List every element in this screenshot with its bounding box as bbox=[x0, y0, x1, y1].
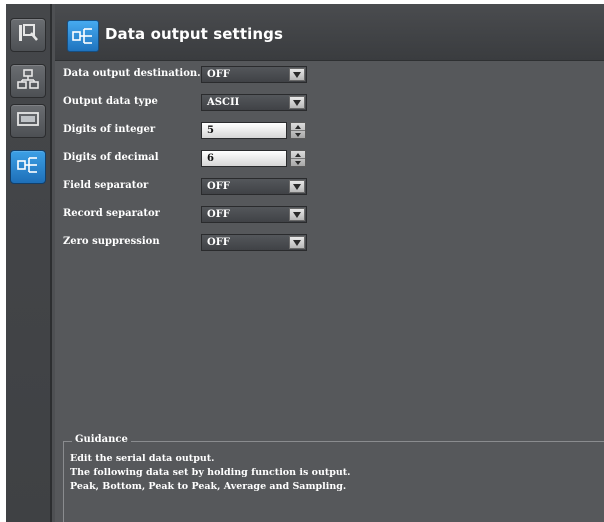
row-output-data-type: Output data type ASCII bbox=[63, 94, 323, 112]
label-data-output-destination: Data output destination. bbox=[63, 68, 201, 79]
stepper-digits-of-integer: 5 bbox=[201, 122, 307, 139]
input-value: 6 bbox=[207, 153, 214, 164]
label-digits-of-integer: Digits of integer bbox=[63, 124, 156, 135]
dropdown-arrow-icon[interactable] bbox=[289, 68, 305, 81]
left-icon-rail bbox=[6, 4, 52, 522]
header-data-output-icon bbox=[67, 20, 99, 52]
select-value: OFF bbox=[207, 237, 230, 248]
input-value: 5 bbox=[207, 125, 214, 136]
dropdown-arrow-icon[interactable] bbox=[289, 236, 305, 249]
increment-icon[interactable] bbox=[291, 123, 305, 131]
decrement-icon[interactable] bbox=[291, 131, 305, 138]
select-data-output-destination[interactable]: OFF bbox=[201, 66, 307, 83]
select-output-data-type[interactable]: ASCII bbox=[201, 94, 307, 111]
guidance-box: Guidance Edit the serial data output. Th… bbox=[63, 434, 604, 522]
rail-button-measure[interactable] bbox=[10, 18, 46, 52]
guidance-line: Edit the serial data output. bbox=[70, 453, 215, 464]
rail-button-display[interactable] bbox=[10, 104, 46, 138]
guidance-title: Guidance bbox=[72, 434, 131, 445]
spin-buttons bbox=[290, 122, 306, 139]
select-record-separator[interactable]: OFF bbox=[201, 206, 307, 223]
row-zero-suppression: Zero suppression OFF bbox=[63, 234, 323, 252]
rail-button-data-output[interactable] bbox=[10, 150, 46, 184]
row-data-output-destination: Data output destination. OFF bbox=[63, 66, 323, 84]
guidance-line: Peak, Bottom, Peak to Peak, Average and … bbox=[70, 481, 347, 492]
digits-of-integer-input[interactable]: 5 bbox=[201, 122, 287, 139]
row-record-separator: Record separator OFF bbox=[63, 206, 323, 224]
increment-icon[interactable] bbox=[291, 151, 305, 159]
measure-icon bbox=[17, 23, 39, 47]
row-digits-of-decimal: Digits of decimal 6 bbox=[63, 150, 323, 168]
page-title: Data output settings bbox=[105, 25, 283, 43]
guidance-line: The following data set by holding functi… bbox=[70, 467, 351, 478]
digits-of-decimal-input[interactable]: 6 bbox=[201, 150, 287, 167]
display-icon bbox=[17, 111, 39, 131]
select-value: OFF bbox=[207, 69, 230, 80]
row-digits-of-integer: Digits of integer 5 bbox=[63, 122, 323, 140]
network-icon bbox=[17, 68, 39, 94]
main-panel: Data output settings Data output destina… bbox=[55, 4, 604, 522]
label-record-separator: Record separator bbox=[63, 208, 160, 219]
select-zero-suppression[interactable]: OFF bbox=[201, 234, 307, 251]
stepper-digits-of-decimal: 6 bbox=[201, 150, 307, 167]
select-field-separator[interactable]: OFF bbox=[201, 178, 307, 195]
spin-buttons bbox=[290, 150, 306, 167]
app-window: Data output settings Data output destina… bbox=[6, 4, 604, 522]
label-output-data-type: Output data type bbox=[63, 96, 158, 107]
rail-button-network[interactable] bbox=[10, 64, 46, 98]
label-field-separator: Field separator bbox=[63, 180, 149, 191]
select-value: ASCII bbox=[207, 97, 240, 108]
dropdown-arrow-icon[interactable] bbox=[289, 208, 305, 221]
dropdown-arrow-icon[interactable] bbox=[289, 96, 305, 109]
label-zero-suppression: Zero suppression bbox=[63, 236, 160, 247]
panel-header: Data output settings bbox=[55, 4, 604, 61]
row-field-separator: Field separator OFF bbox=[63, 178, 323, 196]
select-value: OFF bbox=[207, 181, 230, 192]
dropdown-arrow-icon[interactable] bbox=[289, 180, 305, 193]
label-digits-of-decimal: Digits of decimal bbox=[63, 152, 159, 163]
data-output-icon bbox=[17, 155, 39, 179]
select-value: OFF bbox=[207, 209, 230, 220]
decrement-icon[interactable] bbox=[291, 159, 305, 166]
